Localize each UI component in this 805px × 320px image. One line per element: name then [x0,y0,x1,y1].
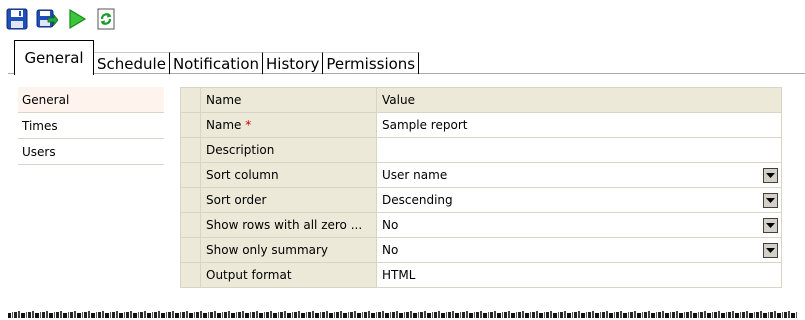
tab-notification[interactable]: Notification [169,52,264,74]
save-as-icon[interactable] [36,8,58,30]
sort-order-select[interactable]: Descending [376,187,782,213]
section-list: General Times Users [18,87,164,165]
property-row-sort-column: Sort column User name [180,162,782,188]
property-label: Sort order [200,187,377,213]
select-value: No [382,218,399,232]
sort-column-select[interactable]: User name [376,162,782,188]
property-row-output-format: Output format HTML [180,262,782,288]
property-row-description: Description [180,137,782,163]
property-row-sort-order: Sort order Descending [180,187,782,213]
description-value-field[interactable] [376,137,782,163]
row-gutter [180,212,201,238]
cut-off-text-strip [8,310,798,320]
tab-general[interactable]: General [14,40,94,75]
output-format-value-field[interactable]: HTML [376,262,782,288]
sidebar-item-times[interactable]: Times [18,113,164,139]
run-icon[interactable] [66,8,88,30]
row-gutter [180,262,201,288]
property-label: Show only summary [200,237,377,263]
row-gutter [180,162,201,188]
tab-strip: General Schedule Notification History Pe… [8,36,805,75]
sidebar-item-general[interactable]: General [18,87,164,113]
property-row-show-zero-rows: Show rows with all zero ... No [180,212,782,238]
property-label-text: Name [206,118,242,132]
property-label: Output format [200,262,377,288]
toolbar [6,6,118,32]
show-zero-rows-select[interactable]: No [376,212,782,238]
required-marker: * [245,118,252,132]
column-header-value: Value [376,87,782,113]
name-value-field[interactable]: Sample report [376,112,782,138]
property-label: Sort column [200,162,377,188]
select-value: Descending [382,193,453,207]
chevron-down-icon[interactable] [763,243,778,258]
tab-permissions[interactable]: Permissions [323,52,420,74]
row-gutter [180,137,201,163]
tab-row: Schedule Notification History Permission… [94,52,420,74]
row-gutter [180,187,201,213]
save-icon[interactable] [6,8,28,30]
property-label: Description [200,137,377,163]
row-gutter [180,87,201,113]
select-value: User name [382,168,448,182]
property-grid: Name Value Name * Sample report Descript… [180,87,782,288]
property-row-show-only-summary: Show only summary No [180,237,782,263]
property-row-name: Name * Sample report [180,112,782,138]
chevron-down-icon[interactable] [763,193,778,208]
tab-schedule[interactable]: Schedule [94,52,170,74]
select-value: No [382,243,399,257]
chevron-down-icon[interactable] [763,168,778,183]
chevron-down-icon[interactable] [763,218,778,233]
property-label: Show rows with all zero ... [200,212,377,238]
column-header-name: Name [200,87,377,113]
show-only-summary-select[interactable]: No [376,237,782,263]
property-label: Name * [200,112,377,138]
grid-header-row: Name Value [180,87,782,113]
row-gutter [180,237,201,263]
tab-history[interactable]: History [263,52,324,74]
row-gutter [180,112,201,138]
sidebar-item-users[interactable]: Users [18,139,164,165]
refresh-icon[interactable] [96,8,118,30]
